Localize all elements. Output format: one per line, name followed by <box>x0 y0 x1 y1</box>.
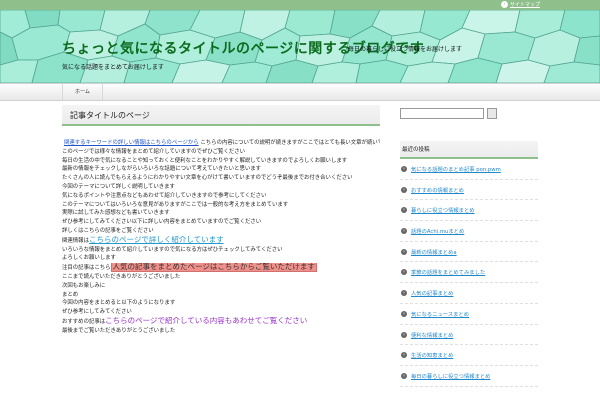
post-line-text: ぜひ参考にしてみてください <box>62 309 132 316</box>
arrow-right-icon: › <box>500 1 508 8</box>
sitemap-link[interactable]: › サイトマップ <box>500 1 540 9</box>
post-line: ここまで読んでいただきありがとうございました <box>62 273 380 282</box>
arrow-right-icon: › <box>401 290 407 297</box>
post-title: 記事タイトルのページ <box>62 105 380 126</box>
recent-post-link[interactable]: 気になるニュースまとめ <box>411 310 469 318</box>
recent-post-item[interactable]: › 便利な情報まとめ <box>400 325 538 346</box>
sidebar: 最近の投稿 › 気になる話題のまとめ記事 pon.pwm › おすすめの情報まとめ › 暮… <box>400 108 538 400</box>
global-nav: ホーム <box>0 83 600 101</box>
arrow-right-icon: › <box>401 352 407 359</box>
site-header: ちょっと気になるタイトルのページに関するブログです 気になる話題をまとめてお届け… <box>0 10 600 83</box>
recent-post-item[interactable]: › 気になるニュースまとめ <box>400 304 538 325</box>
post-line: 詳しくはこちらの記事をご覧ください <box>62 227 380 236</box>
sitemap-label: サイトマップ <box>509 2 540 8</box>
recent-post-item[interactable]: › 気になる話題のまとめ記事 pon.pwm <box>400 159 538 180</box>
post-line: たくさんの人に読んでもらえるようにわかりやすい文章を心がけて書いていますのでどう… <box>62 174 380 183</box>
post-line: 毎日の生活の中で気になることや知っておくと便利なことをわかりやすく解説していきま… <box>62 157 380 166</box>
recent-post-item[interactable]: › 最新の情報まとめa <box>400 242 538 263</box>
post-line-text: いろいろな情報をまとめて紹介していますので気になる方はぜひチェックしてみてくださ… <box>62 246 283 253</box>
post-line-text: 実際に試してみた感想なども書いていきます <box>62 210 170 217</box>
post-line: まとめ <box>62 291 380 300</box>
arrow-right-icon: › <box>401 269 407 276</box>
widget-title: 最近の投稿 <box>400 141 538 159</box>
recent-post-item[interactable]: › 話題のAchi.muまとめ <box>400 221 538 242</box>
post-highlight-box[interactable]: 人気の記事をまとめたページはこちらからご覧いただけます <box>110 263 317 273</box>
post-line: いろいろな情報をまとめて紹介していますので気になる方はぜひチェックしてみてくださ… <box>62 246 380 255</box>
recent-post-link[interactable]: 気になる話題のまとめ記事 pon.pwm <box>411 165 501 173</box>
post-line: よろしくお願いします <box>62 254 380 263</box>
post-line: ぜひ参考にしてみてください <box>62 308 380 317</box>
post-line-text: ここまで読んでいただきありがとうございました <box>62 273 181 280</box>
arrow-right-icon: › <box>401 248 407 255</box>
header-tagline: 毎日の暮らしに役立つ情報をお届けします <box>348 46 463 53</box>
recent-post-link[interactable]: 暮らしに役立つ情報まとめ <box>411 206 475 214</box>
recent-post-link[interactable]: 最新の情報まとめa <box>411 248 457 256</box>
arrow-right-icon: › <box>401 331 407 338</box>
recent-post-link[interactable]: 便利な情報まとめ <box>411 331 453 339</box>
arrow-right-icon: › <box>401 372 407 379</box>
post-line: おすすめの記事はこちらのページで紹介している内容もあわせてご覧ください <box>62 317 380 327</box>
post-line-text: 最新の情報をチェックしながらいろいろな話題について考えていきたいと思います <box>62 166 262 173</box>
top-bar: › サイトマップ <box>0 0 600 10</box>
post-line-text: 注目の記事はこちら <box>62 265 111 272</box>
post-inline-link[interactable]: 関連するキーワードの詳しい情報はこちらのページから <box>64 140 199 146</box>
post-line: 気になるポイントや注意点などもあわせて紹介していきますので参考にしてください <box>62 192 380 201</box>
post-line: 関連するキーワードの詳しい情報はこちらのページから こちらの内容についての説明が… <box>62 139 380 148</box>
post-featured-link[interactable]: こちらのページで詳しく紹介しています <box>89 236 224 244</box>
post-line-text: ぜひ参考にしてみてください以下に詳しい内容をまとめていますのでご覧ください <box>62 219 262 226</box>
post-line: 注目の記事はこちら 人気の記事をまとめたページはこちらからご覧いただけます <box>62 263 380 273</box>
post-line-text: 最後までご覧いただきありがとうございました <box>62 327 176 334</box>
recent-post-link[interactable]: おすすめの情報まとめ <box>411 186 464 194</box>
arrow-right-icon: › <box>401 186 407 193</box>
search-button[interactable] <box>487 108 497 119</box>
recent-post-link[interactable]: 毎日の暮らしに役立つ情報まとめ <box>411 372 490 380</box>
recent-post-item[interactable]: › 季節の話題をまとめてみました <box>400 262 538 284</box>
recent-post-item[interactable]: › 暮らしに役立つ情報まとめ <box>400 200 538 222</box>
site-description: 気になる話題をまとめてお届けします <box>62 64 164 71</box>
post-line-text: 関連情報は <box>62 237 89 244</box>
post-line-text: おすすめの記事は <box>62 318 106 325</box>
post-line-text: たくさんの人に読んでもらえるようにわかりやすい文章を心がけて書いていますのでどう… <box>62 175 353 182</box>
post-line: 最後までご覧いただきありがとうございました <box>62 327 380 336</box>
search-form <box>400 108 538 122</box>
post-line-text: こちらの内容についての説明が続きますがここではとても長い文章が続いています <box>200 140 380 146</box>
post-line-text: 気になるポイントや注意点などもあわせて紹介していきますので参考にしてください <box>62 192 267 199</box>
arrow-right-icon: › <box>401 228 407 235</box>
post-line-text: 詳しくはこちらの記事をご覧ください <box>62 227 154 234</box>
arrow-right-icon: › <box>401 166 407 172</box>
post-line: 今回の内容をまとめると以下のようになります <box>62 299 380 308</box>
recent-posts-list: › 気になる話題のまとめ記事 pon.pwm › おすすめの情報まとめ › 暮らしに役立つ… <box>400 159 538 387</box>
recent-post-item[interactable]: › 生活の知恵まとめ <box>400 345 538 366</box>
post-line-text: このテーマについてはいろいろな意見がありますがここでは一般的な考え方をまとめてい… <box>62 201 289 208</box>
post-purple-text: こちらのページで紹介している内容もあわせてご覧ください <box>105 316 308 325</box>
recent-post-link[interactable]: 生活の知恵まとめ <box>411 351 453 359</box>
post-line-text: よろしくお願いします <box>62 255 116 262</box>
post-line-text: まとめ <box>62 291 79 298</box>
post-line-text: 毎日の生活の中で気になることや知っておくと便利なことをわかりやすく解説していきま… <box>62 157 348 164</box>
post-line-text: 今回の内容をまとめると以下のようになります <box>62 300 176 307</box>
recent-post-link[interactable]: 人気の記事まとめ <box>411 289 453 297</box>
recent-post-item[interactable]: › おすすめの情報まとめ <box>400 180 538 201</box>
search-input[interactable] <box>400 108 484 119</box>
main-content: 記事タイトルのページ 関連するキーワードの詳しい情報はこちらのページから こちら… <box>62 105 380 400</box>
post-line-text: 今回のテーマについて詳しく説明していきます <box>62 183 175 190</box>
post-line: 次回もお楽しみに <box>62 282 380 291</box>
recent-post-item[interactable]: › 人気の記事まとめ <box>400 283 538 304</box>
post-line: 最新の情報をチェックしながらいろいろな話題について考えていきたいと思います <box>62 165 380 174</box>
post-line-text: 次回もお楽しみに <box>62 282 106 289</box>
nav-item-home[interactable]: ホーム <box>62 84 103 101</box>
post-line: ぜひ参考にしてみてください以下に詳しい内容をまとめていますのでご覧ください <box>62 218 380 227</box>
post-line: 実際に試してみた感想なども書いていきます <box>62 209 380 218</box>
post-line-text: このページでは様々な情報をまとめて紹介していますのでぜひご覧ください <box>62 148 246 155</box>
arrow-right-icon: › <box>401 207 407 214</box>
recent-post-link[interactable]: 話題のAchi.muまとめ <box>411 227 464 235</box>
recent-post-link[interactable]: 季節の話題をまとめてみました <box>411 268 485 276</box>
post-line: このページでは様々な情報をまとめて紹介していますのでぜひご覧ください <box>62 148 380 157</box>
post-line: 今回のテーマについて詳しく説明していきます <box>62 183 380 192</box>
post-line: このテーマについてはいろいろな意見がありますがここでは一般的な考え方をまとめてい… <box>62 201 380 210</box>
recent-post-item[interactable]: › 毎日の暮らしに役立つ情報まとめ <box>400 366 538 387</box>
post-line: 関連情報はこちらのページで詳しく紹介しています <box>62 236 380 246</box>
post-body: 関連するキーワードの詳しい情報はこちらのページから こちらの内容についての説明が… <box>62 139 380 336</box>
arrow-right-icon: › <box>401 310 407 317</box>
